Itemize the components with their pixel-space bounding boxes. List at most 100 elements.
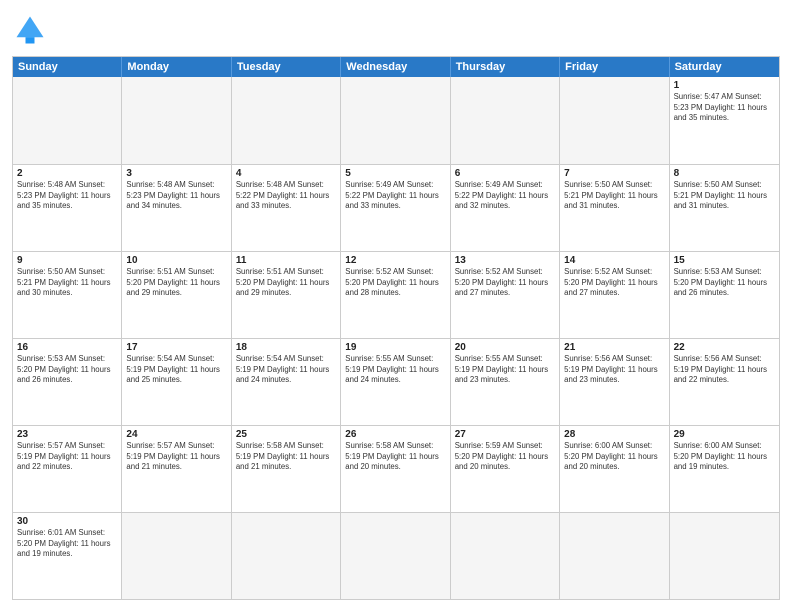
day-number: 14: [564, 255, 664, 266]
day-number: 5: [345, 168, 445, 179]
calendar-week-4: 16Sunrise: 5:53 AM Sunset: 5:20 PM Dayli…: [13, 338, 779, 425]
table-row: [341, 513, 450, 599]
table-row: 9Sunrise: 5:50 AM Sunset: 5:21 PM Daylig…: [13, 252, 122, 338]
cell-info: Sunrise: 5:50 AM Sunset: 5:21 PM Dayligh…: [674, 180, 775, 212]
day-header-saturday: Saturday: [670, 57, 779, 77]
day-number: 25: [236, 429, 336, 440]
day-header-sunday: Sunday: [13, 57, 122, 77]
table-row: 4Sunrise: 5:48 AM Sunset: 5:22 PM Daylig…: [232, 165, 341, 251]
table-row: [451, 513, 560, 599]
table-row: 13Sunrise: 5:52 AM Sunset: 5:20 PM Dayli…: [451, 252, 560, 338]
cell-info: Sunrise: 5:52 AM Sunset: 5:20 PM Dayligh…: [345, 267, 445, 299]
day-number: 29: [674, 429, 775, 440]
cell-info: Sunrise: 5:51 AM Sunset: 5:20 PM Dayligh…: [126, 267, 226, 299]
table-row: 21Sunrise: 5:56 AM Sunset: 5:19 PM Dayli…: [560, 339, 669, 425]
day-number: 18: [236, 342, 336, 353]
cell-info: Sunrise: 5:48 AM Sunset: 5:23 PM Dayligh…: [126, 180, 226, 212]
cell-info: Sunrise: 5:49 AM Sunset: 5:22 PM Dayligh…: [455, 180, 555, 212]
day-header-wednesday: Wednesday: [341, 57, 450, 77]
table-row: [451, 77, 560, 164]
cell-info: Sunrise: 6:00 AM Sunset: 5:20 PM Dayligh…: [564, 441, 664, 473]
day-number: 19: [345, 342, 445, 353]
day-header-monday: Monday: [122, 57, 231, 77]
cell-info: Sunrise: 5:47 AM Sunset: 5:23 PM Dayligh…: [674, 92, 775, 124]
cell-info: Sunrise: 5:51 AM Sunset: 5:20 PM Dayligh…: [236, 267, 336, 299]
cell-info: Sunrise: 5:48 AM Sunset: 5:22 PM Dayligh…: [236, 180, 336, 212]
cell-info: Sunrise: 5:57 AM Sunset: 5:19 PM Dayligh…: [126, 441, 226, 473]
cell-info: Sunrise: 5:54 AM Sunset: 5:19 PM Dayligh…: [126, 354, 226, 386]
cell-info: Sunrise: 5:49 AM Sunset: 5:22 PM Dayligh…: [345, 180, 445, 212]
cell-info: Sunrise: 5:59 AM Sunset: 5:20 PM Dayligh…: [455, 441, 555, 473]
day-number: 4: [236, 168, 336, 179]
calendar-week-5: 23Sunrise: 5:57 AM Sunset: 5:19 PM Dayli…: [13, 425, 779, 512]
cell-info: Sunrise: 6:00 AM Sunset: 5:20 PM Dayligh…: [674, 441, 775, 473]
cell-info: Sunrise: 5:58 AM Sunset: 5:19 PM Dayligh…: [345, 441, 445, 473]
table-row: 27Sunrise: 5:59 AM Sunset: 5:20 PM Dayli…: [451, 426, 560, 512]
table-row: 30Sunrise: 6:01 AM Sunset: 5:20 PM Dayli…: [13, 513, 122, 599]
calendar-header: SundayMondayTuesdayWednesdayThursdayFrid…: [13, 57, 779, 77]
table-row: 24Sunrise: 5:57 AM Sunset: 5:19 PM Dayli…: [122, 426, 231, 512]
calendar-week-6: 30Sunrise: 6:01 AM Sunset: 5:20 PM Dayli…: [13, 512, 779, 599]
cell-info: Sunrise: 5:57 AM Sunset: 5:19 PM Dayligh…: [17, 441, 117, 473]
day-number: 28: [564, 429, 664, 440]
table-row: 17Sunrise: 5:54 AM Sunset: 5:19 PM Dayli…: [122, 339, 231, 425]
table-row: 18Sunrise: 5:54 AM Sunset: 5:19 PM Dayli…: [232, 339, 341, 425]
table-row: 23Sunrise: 5:57 AM Sunset: 5:19 PM Dayli…: [13, 426, 122, 512]
table-row: 6Sunrise: 5:49 AM Sunset: 5:22 PM Daylig…: [451, 165, 560, 251]
cell-info: Sunrise: 5:58 AM Sunset: 5:19 PM Dayligh…: [236, 441, 336, 473]
cell-info: Sunrise: 5:48 AM Sunset: 5:23 PM Dayligh…: [17, 180, 117, 212]
day-number: 26: [345, 429, 445, 440]
cell-info: Sunrise: 6:01 AM Sunset: 5:20 PM Dayligh…: [17, 528, 117, 560]
table-row: [122, 513, 231, 599]
table-row: [122, 77, 231, 164]
table-row: 10Sunrise: 5:51 AM Sunset: 5:20 PM Dayli…: [122, 252, 231, 338]
table-row: 28Sunrise: 6:00 AM Sunset: 5:20 PM Dayli…: [560, 426, 669, 512]
day-number: 17: [126, 342, 226, 353]
table-row: 20Sunrise: 5:55 AM Sunset: 5:19 PM Dayli…: [451, 339, 560, 425]
day-header-tuesday: Tuesday: [232, 57, 341, 77]
table-row: [232, 77, 341, 164]
calendar-week-2: 2Sunrise: 5:48 AM Sunset: 5:23 PM Daylig…: [13, 164, 779, 251]
calendar-body: 1Sunrise: 5:47 AM Sunset: 5:23 PM Daylig…: [13, 77, 779, 599]
day-number: 22: [674, 342, 775, 353]
day-number: 2: [17, 168, 117, 179]
table-row: [232, 513, 341, 599]
day-number: 9: [17, 255, 117, 266]
cell-info: Sunrise: 5:54 AM Sunset: 5:19 PM Dayligh…: [236, 354, 336, 386]
cell-info: Sunrise: 5:53 AM Sunset: 5:20 PM Dayligh…: [17, 354, 117, 386]
day-header-friday: Friday: [560, 57, 669, 77]
cell-info: Sunrise: 5:55 AM Sunset: 5:19 PM Dayligh…: [345, 354, 445, 386]
day-number: 12: [345, 255, 445, 266]
table-row: 1Sunrise: 5:47 AM Sunset: 5:23 PM Daylig…: [670, 77, 779, 164]
table-row: 3Sunrise: 5:48 AM Sunset: 5:23 PM Daylig…: [122, 165, 231, 251]
day-number: 27: [455, 429, 555, 440]
table-row: 14Sunrise: 5:52 AM Sunset: 5:20 PM Dayli…: [560, 252, 669, 338]
table-row: [670, 513, 779, 599]
calendar: SundayMondayTuesdayWednesdayThursdayFrid…: [12, 56, 780, 600]
table-row: [560, 513, 669, 599]
table-row: [560, 77, 669, 164]
table-row: 12Sunrise: 5:52 AM Sunset: 5:20 PM Dayli…: [341, 252, 450, 338]
day-number: 3: [126, 168, 226, 179]
table-row: 16Sunrise: 5:53 AM Sunset: 5:20 PM Dayli…: [13, 339, 122, 425]
day-number: 20: [455, 342, 555, 353]
calendar-week-3: 9Sunrise: 5:50 AM Sunset: 5:21 PM Daylig…: [13, 251, 779, 338]
logo-icon: [12, 12, 48, 48]
table-row: [341, 77, 450, 164]
day-number: 16: [17, 342, 117, 353]
table-row: 26Sunrise: 5:58 AM Sunset: 5:19 PM Dayli…: [341, 426, 450, 512]
day-header-thursday: Thursday: [451, 57, 560, 77]
cell-info: Sunrise: 5:53 AM Sunset: 5:20 PM Dayligh…: [674, 267, 775, 299]
table-row: 7Sunrise: 5:50 AM Sunset: 5:21 PM Daylig…: [560, 165, 669, 251]
cell-info: Sunrise: 5:56 AM Sunset: 5:19 PM Dayligh…: [674, 354, 775, 386]
table-row: 19Sunrise: 5:55 AM Sunset: 5:19 PM Dayli…: [341, 339, 450, 425]
table-row: 2Sunrise: 5:48 AM Sunset: 5:23 PM Daylig…: [13, 165, 122, 251]
logo: [12, 12, 54, 48]
day-number: 13: [455, 255, 555, 266]
day-number: 11: [236, 255, 336, 266]
table-row: 11Sunrise: 5:51 AM Sunset: 5:20 PM Dayli…: [232, 252, 341, 338]
cell-info: Sunrise: 5:52 AM Sunset: 5:20 PM Dayligh…: [564, 267, 664, 299]
cell-info: Sunrise: 5:50 AM Sunset: 5:21 PM Dayligh…: [17, 267, 117, 299]
day-number: 10: [126, 255, 226, 266]
cell-info: Sunrise: 5:52 AM Sunset: 5:20 PM Dayligh…: [455, 267, 555, 299]
